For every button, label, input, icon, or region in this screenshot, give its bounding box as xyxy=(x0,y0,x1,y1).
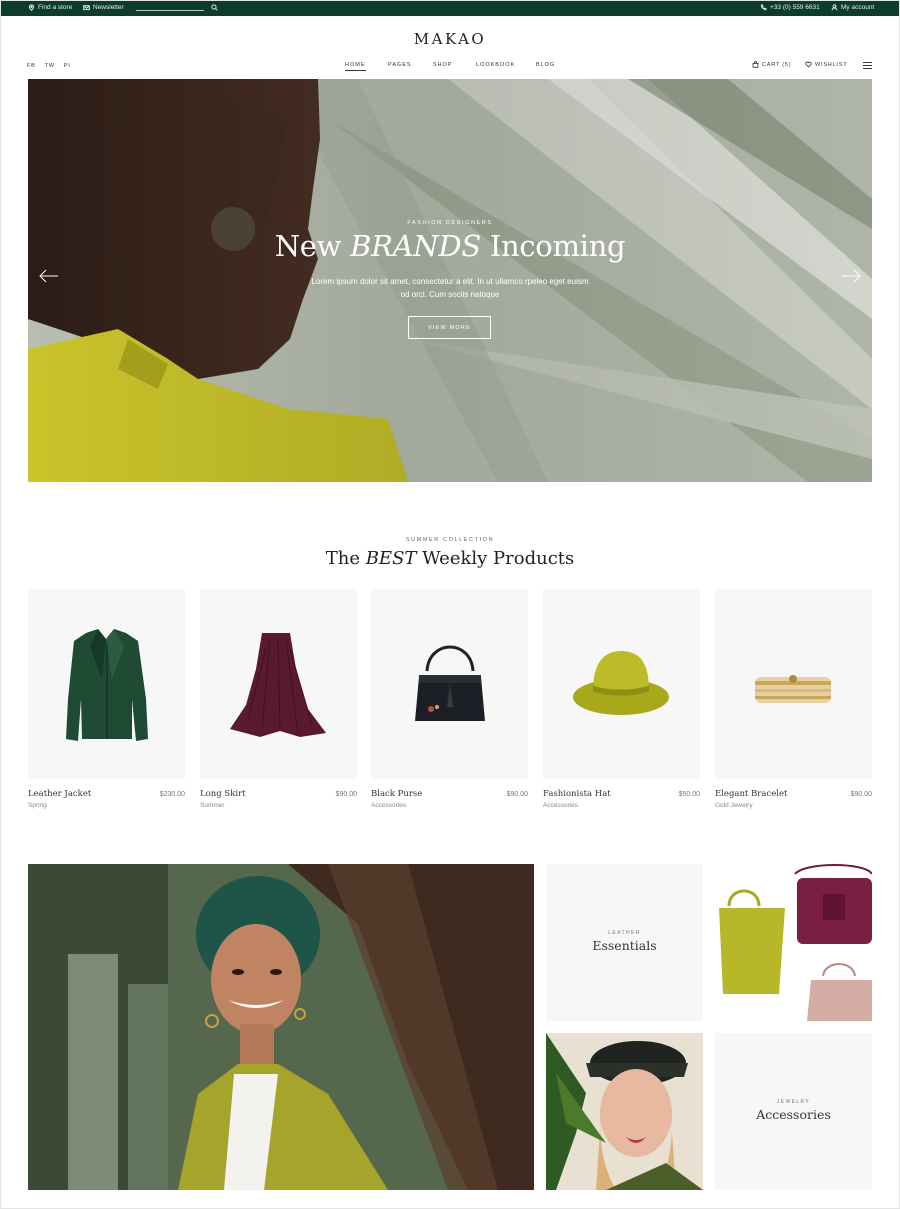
product-name[interactable]: Black Purse xyxy=(371,789,422,799)
newsletter-link[interactable]: Newsletter xyxy=(83,4,124,11)
section-eyebrow: SUMMER COLLECTION xyxy=(405,537,495,543)
product-image[interactable] xyxy=(371,589,528,779)
nav-home[interactable]: HOME xyxy=(345,62,366,71)
product-category[interactable]: Accessories xyxy=(543,802,578,809)
product-image[interactable] xyxy=(28,589,185,779)
social-facebook[interactable]: FB xyxy=(27,63,36,69)
product-image[interactable] xyxy=(543,589,700,779)
find-store-link[interactable]: Find a store xyxy=(28,4,72,11)
product-image[interactable] xyxy=(200,589,357,779)
wishlist-link[interactable]: WISHLIST xyxy=(805,61,847,68)
model-image xyxy=(28,864,534,1190)
category-eyebrow: JEWELRY xyxy=(776,1099,811,1105)
view-more-button[interactable]: VIEW MORE xyxy=(408,316,491,339)
hero-slider: FASHION DESIGNERS New BRANDS Incoming Lo… xyxy=(28,79,872,482)
phone-number[interactable]: +33 (0) 559 6631 xyxy=(760,4,820,11)
envelope-icon xyxy=(83,5,90,11)
section-title-pre: The xyxy=(325,548,366,569)
search-input[interactable] xyxy=(136,10,204,11)
product-price: $50.00 xyxy=(678,791,700,798)
category-eyebrow: LEATHER xyxy=(608,930,641,936)
lookbook-photo[interactable] xyxy=(28,864,534,1190)
purse-icon xyxy=(415,645,485,721)
category-title[interactable]: Accessories xyxy=(715,1107,872,1122)
location-pin-icon xyxy=(28,4,35,11)
product-name[interactable]: Long Skirt xyxy=(200,789,246,799)
product-card[interactable]: Elegant Bracelet $90.00 Gold Jewelry xyxy=(715,589,872,809)
product-name[interactable]: Leather Jacket xyxy=(28,789,91,799)
jacket-icon xyxy=(66,629,148,741)
search-button[interactable] xyxy=(211,4,218,11)
hero-title-post: Incoming xyxy=(480,229,626,263)
section-title: The BEST Weekly Products xyxy=(0,548,900,569)
cart-link[interactable]: CART (5) xyxy=(752,61,791,68)
shopping-bag-icon xyxy=(752,61,759,68)
user-icon xyxy=(831,4,838,11)
social-links: FB TW PI xyxy=(27,63,71,69)
bags-image xyxy=(715,864,872,1021)
product-card[interactable]: Fashionista Hat $50.00 Accessories xyxy=(543,589,700,809)
top-bar: Find a store Newsletter +33 (0) 559 6631… xyxy=(0,0,900,16)
next-slide-button[interactable] xyxy=(841,269,861,283)
phone-label: +33 (0) 559 6631 xyxy=(770,4,820,11)
product-price: $90.00 xyxy=(850,791,872,798)
hero-eyebrow: FASHION DESIGNERS xyxy=(407,220,493,226)
wishlist-label: WISHLIST xyxy=(815,61,848,68)
search-icon xyxy=(211,4,218,11)
skirt-icon xyxy=(230,633,326,737)
cart-label: CART (5) xyxy=(762,61,792,68)
product-card[interactable]: Long Skirt $90.00 Summer xyxy=(200,589,357,809)
product-image[interactable] xyxy=(715,589,872,779)
product-card[interactable]: Leather Jacket $230.00 Spring xyxy=(28,589,185,809)
prev-slide-button[interactable] xyxy=(39,269,59,283)
product-price: $90.00 xyxy=(506,791,528,798)
find-store-label: Find a store xyxy=(38,4,73,11)
heart-icon xyxy=(805,61,812,68)
product-price: $230.00 xyxy=(159,791,185,798)
site-logo[interactable]: MAKAO xyxy=(0,30,900,48)
category-tile-leather[interactable]: LEATHER Essentials xyxy=(546,864,703,1021)
nav-shop[interactable]: SHOP xyxy=(433,62,453,68)
newsletter-label: Newsletter xyxy=(93,4,124,11)
product-category[interactable]: Summer xyxy=(200,802,225,809)
hero-description: Lorem ipsum dolor sit amet, consectetur … xyxy=(311,277,589,299)
category-tile-jewelry[interactable]: JEWELRY Accessories xyxy=(715,1033,872,1190)
model-hat-image xyxy=(546,1033,703,1190)
section-title-post: Weekly Products xyxy=(416,548,575,569)
nav-pages[interactable]: PAGES xyxy=(388,62,412,68)
phone-icon xyxy=(760,4,767,11)
product-price: $90.00 xyxy=(335,791,357,798)
hat-icon xyxy=(573,651,669,715)
section-title-emphasis: BEST xyxy=(365,548,417,569)
hero-title-emphasis: BRANDS xyxy=(350,229,481,263)
arrow-right-icon xyxy=(842,269,861,283)
menu-icon[interactable] xyxy=(863,62,872,69)
product-name[interactable]: Fashionista Hat xyxy=(543,789,611,799)
social-pinterest[interactable]: PI xyxy=(64,63,71,69)
model-hat-photo[interactable] xyxy=(546,1033,703,1190)
nav-lookbook[interactable]: LOOKBOOK xyxy=(476,62,515,68)
bags-photo[interactable] xyxy=(715,864,872,1021)
arrow-left-icon xyxy=(39,269,58,283)
hero-title-pre: New xyxy=(274,229,351,263)
product-name[interactable]: Elegant Bracelet xyxy=(715,789,787,799)
my-account-link[interactable]: My account xyxy=(831,4,874,11)
hero-title: New BRANDS Incoming xyxy=(28,229,872,263)
product-category[interactable]: Accessories xyxy=(371,802,406,809)
product-category[interactable]: Spring xyxy=(28,802,47,809)
nav-blog[interactable]: BLOG xyxy=(536,62,555,68)
category-title[interactable]: Essentials xyxy=(546,938,703,953)
social-twitter[interactable]: TW xyxy=(45,63,55,69)
product-card[interactable]: Black Purse $90.00 Accessories xyxy=(371,589,528,809)
account-label: My account xyxy=(841,4,875,11)
bracelet-icon xyxy=(755,675,831,703)
product-category[interactable]: Gold Jewelry xyxy=(715,802,753,809)
